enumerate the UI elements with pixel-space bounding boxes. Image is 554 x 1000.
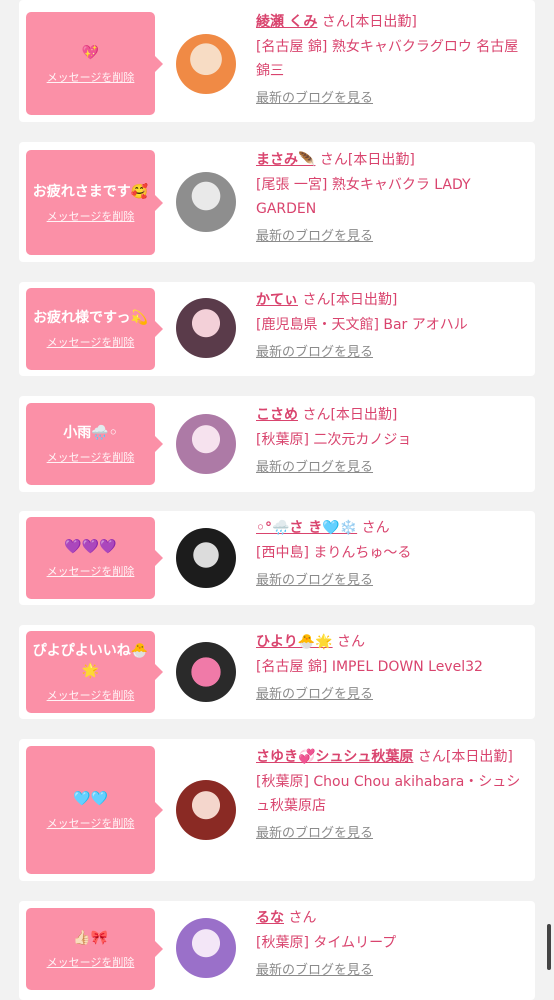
cast-name-link[interactable]: こさめ <box>256 407 298 423</box>
latest-blog-link[interactable]: 最新のブログを見る <box>256 87 525 106</box>
message-card: 🩵🩵 メッセージを削除 さゆき💞シュシュ秋葉原 さん[本日出勤] [秋葉原] C… <box>19 739 535 881</box>
message-card: 👍🏻🎀 メッセージを削除 るな さん [秋葉原] タイムリープ 最新のブログを見… <box>19 901 535 1000</box>
delete-message-link[interactable]: メッセージを削除 <box>47 815 135 831</box>
latest-blog-link[interactable]: 最新のブログを見る <box>256 959 525 978</box>
message-bubble: 💖 メッセージを削除 <box>26 12 163 115</box>
latest-blog-link[interactable]: 最新のブログを見る <box>256 456 525 475</box>
work-status: [本日出勤] <box>349 14 417 30</box>
avatar[interactable] <box>176 414 236 474</box>
honorific: さん <box>337 634 366 650</box>
delete-message-link[interactable]: メッセージを削除 <box>47 954 135 970</box>
honorific: さん <box>302 292 331 308</box>
honorific: さん <box>302 407 331 423</box>
shop-info: [秋葉原] タイムリープ <box>256 935 397 951</box>
message-card: ぴよぴよいいね🐣🌟 メッセージを削除 ひより🐣🌟 さん [名古屋 錦] IMPE… <box>19 625 535 719</box>
message-card: 💜💜💜 メッセージを削除 ◦°🌧️さ き🩵❄️ さん [西中島] まりんちゅ～る… <box>19 511 535 605</box>
message-bubble: ぴよぴよいいね🐣🌟 メッセージを削除 <box>26 631 163 713</box>
delete-message-link[interactable]: メッセージを削除 <box>47 449 135 465</box>
message-text: 小雨🌧️◦ <box>63 425 118 441</box>
avatar[interactable] <box>176 642 236 702</box>
message-card: お疲れさまです🥰 メッセージを削除 まさみ🪶 さん[本日出勤] [尾張 一宮] … <box>19 142 535 262</box>
message-bubble: 小雨🌧️◦ メッセージを削除 <box>26 403 163 485</box>
message-text: ぴよぴよいいね🐣🌟 <box>32 643 149 679</box>
work-status: [本日出勤] <box>347 152 415 168</box>
message-bubble: お疲れさまです🥰 メッセージを削除 <box>26 150 163 255</box>
avatar[interactable] <box>176 298 236 358</box>
shop-info: [秋葉原] Chou Chou akihabara・シュシュ秋葉原店 <box>256 774 521 814</box>
message-text: 💖 <box>81 44 100 61</box>
cast-name-link[interactable]: まさみ🪶 <box>256 152 315 168</box>
delete-message-link[interactable]: メッセージを削除 <box>47 563 135 579</box>
avatar[interactable] <box>176 34 236 94</box>
shop-info: [尾張 一宮] 熟女キャバクラ LADY GARDEN <box>256 177 471 217</box>
latest-blog-link[interactable]: 最新のブログを見る <box>256 341 525 360</box>
avatar[interactable] <box>176 528 236 588</box>
cast-name-link[interactable]: さゆき💞シュシュ秋葉原 <box>256 749 413 765</box>
shop-info: [秋葉原] 二次元カノジョ <box>256 432 412 448</box>
delete-message-link[interactable]: メッセージを削除 <box>47 208 135 224</box>
cast-name-link[interactable]: かてぃ <box>256 292 298 308</box>
honorific: さん <box>361 520 390 536</box>
message-bubble: 💜💜💜 メッセージを削除 <box>26 517 163 599</box>
shop-info: [名古屋 錦] 熟女キャバクラグロウ 名古屋錦三 <box>256 39 519 79</box>
message-card: 💖 メッセージを削除 綾瀬 くみ さん[本日出勤] [名古屋 錦] 熟女キャバク… <box>19 0 535 122</box>
message-text: お疲れさまです🥰 <box>32 183 149 200</box>
honorific: さん <box>321 14 350 30</box>
latest-blog-link[interactable]: 最新のブログを見る <box>256 569 525 588</box>
message-text: 👍🏻🎀 <box>73 930 108 946</box>
message-text: 🩵🩵 <box>73 791 108 807</box>
latest-blog-link[interactable]: 最新のブログを見る <box>256 822 525 841</box>
message-bubble: お疲れ様ですっ💫 メッセージを削除 <box>26 288 163 370</box>
cast-name-link[interactable]: ◦°🌧️さ き🩵❄️ <box>256 520 357 536</box>
delete-message-link[interactable]: メッセージを削除 <box>47 334 135 350</box>
avatar[interactable] <box>176 780 236 840</box>
shop-info: [名古屋 錦] IMPEL DOWN Level32 <box>256 659 483 675</box>
work-status: [本日出勤] <box>330 292 398 308</box>
work-status: [本日出勤] <box>330 407 398 423</box>
cast-name-link[interactable]: ひより🐣🌟 <box>256 634 333 650</box>
delete-message-link[interactable]: メッセージを削除 <box>47 687 135 703</box>
honorific: さん <box>417 749 446 765</box>
shop-info: [鹿児島県・天文館] Bar アオハル <box>256 317 468 333</box>
message-card: 小雨🌧️◦ メッセージを削除 こさめ さん[本日出勤] [秋葉原] 二次元カノジ… <box>19 396 535 492</box>
work-status: [本日出勤] <box>445 749 513 765</box>
cast-name-link[interactable]: 綾瀬 くみ <box>256 14 317 30</box>
message-text: お疲れ様ですっ💫 <box>33 310 148 326</box>
message-bubble: 🩵🩵 メッセージを削除 <box>26 746 163 874</box>
message-card: お疲れ様ですっ💫 メッセージを削除 かてぃ さん[本日出勤] [鹿児島県・天文館… <box>19 282 535 376</box>
delete-message-link[interactable]: メッセージを削除 <box>47 69 135 85</box>
latest-blog-link[interactable]: 最新のブログを見る <box>256 225 525 244</box>
honorific: さん <box>288 910 317 926</box>
avatar[interactable] <box>176 918 236 978</box>
avatar[interactable] <box>176 172 236 232</box>
scrollbar-thumb[interactable] <box>547 924 551 970</box>
shop-info: [西中島] まりんちゅ～る <box>256 545 412 561</box>
honorific: さん <box>319 152 348 168</box>
cast-name-link[interactable]: るな <box>256 910 284 926</box>
message-bubble: 👍🏻🎀 メッセージを削除 <box>26 908 163 990</box>
latest-blog-link[interactable]: 最新のブログを見る <box>256 683 525 702</box>
message-text: 💜💜💜 <box>64 539 117 555</box>
